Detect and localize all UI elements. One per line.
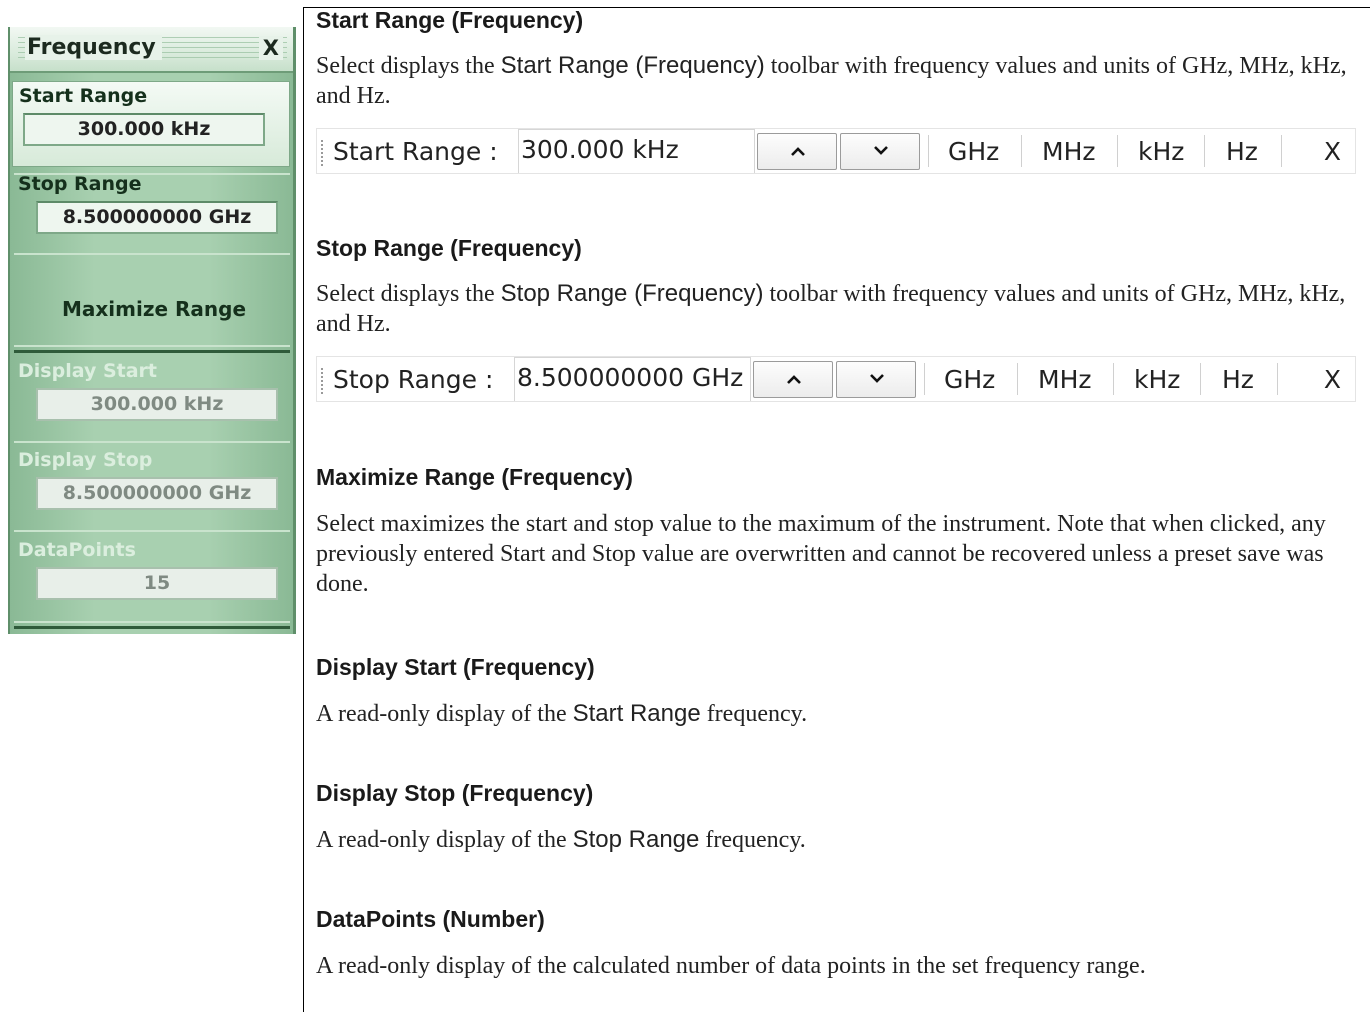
chevron-up-icon <box>791 147 805 156</box>
text: A read-only display of the <box>316 827 573 853</box>
datapoints-description: A read-only display of the calculated nu… <box>316 953 1146 979</box>
increment-button[interactable] <box>757 133 837 170</box>
ui-term: Stop Range <box>572 826 700 853</box>
unit-ghz-button[interactable]: GHz <box>944 365 995 394</box>
start-range-value: 300.000 kHz <box>23 113 265 146</box>
maximize-range-description: Select maximizes the start and stop valu… <box>316 511 1326 597</box>
divider <box>1113 363 1114 395</box>
separator <box>14 530 290 532</box>
start-range-label: Start Range <box>19 85 148 107</box>
maximize-range-heading: Maximize Range (Frequency) <box>316 464 633 490</box>
unit-ghz-button[interactable]: GHz <box>948 137 999 166</box>
stop-range-value: 8.500000000 GHz <box>36 201 278 234</box>
text: A read-only display of the <box>316 701 573 727</box>
chevron-down-icon <box>870 374 884 383</box>
display-start-value: 300.000 kHz <box>36 388 278 421</box>
stop-range-input[interactable]: 8.500000000 GHz <box>514 357 751 401</box>
display-start-item: Display Start 300.000 kHz <box>18 360 282 421</box>
display-stop-value: 8.500000000 GHz <box>36 477 278 510</box>
text: frequency. <box>700 701 808 727</box>
display-stop-label: Display Stop <box>18 449 153 471</box>
separator <box>14 621 290 623</box>
column-divider <box>303 7 304 1012</box>
start-range-button[interactable]: Start Range 300.000 kHz <box>12 81 290 167</box>
unit-khz-button[interactable]: kHz <box>1138 137 1184 166</box>
maximize-range-button[interactable]: Maximize Range <box>18 279 290 339</box>
stop-range-description: Select displays the Stop Range (Frequenc… <box>316 279 1362 339</box>
toolbar-grip[interactable] <box>321 140 323 166</box>
unit-khz-button[interactable]: kHz <box>1134 365 1180 394</box>
ui-term: Stop Range (Frequency) <box>500 280 764 307</box>
unit-hz-button[interactable]: Hz <box>1226 137 1258 166</box>
start-range-input[interactable]: 300.000 kHz <box>518 129 755 173</box>
divider <box>1277 363 1278 395</box>
text: Select displays the <box>316 53 501 79</box>
separator <box>14 253 290 255</box>
stop-range-heading: Stop Range (Frequency) <box>316 235 582 261</box>
divider <box>1204 135 1205 167</box>
separator <box>14 441 290 443</box>
text: Select displays the <box>316 281 501 307</box>
display-stop-item: Display Stop 8.500000000 GHz <box>18 449 282 510</box>
display-start-heading: Display Start (Frequency) <box>316 654 595 680</box>
menu-header: Frequency X <box>10 27 293 73</box>
display-start-description: A read-only display of the Start Range f… <box>316 699 1362 729</box>
divider <box>1117 135 1118 167</box>
datapoints-heading: DataPoints (Number) <box>316 906 545 932</box>
divider <box>1200 363 1201 395</box>
separator <box>14 626 290 629</box>
menu-close-button[interactable]: X <box>258 36 283 60</box>
decrement-button[interactable] <box>840 133 920 170</box>
start-range-heading: Start Range (Frequency) <box>316 7 584 33</box>
datapoints-item: DataPoints 15 <box>18 539 282 600</box>
start-range-description: Select displays the Start Range (Frequen… <box>316 51 1362 111</box>
unit-hz-button[interactable]: Hz <box>1222 365 1254 394</box>
toolbar-close-button[interactable]: X <box>1324 137 1341 166</box>
unit-mhz-button[interactable]: MHz <box>1042 137 1096 166</box>
stop-range-label: Stop Range <box>18 173 142 195</box>
divider <box>1281 135 1282 167</box>
display-stop-heading: Display Stop (Frequency) <box>316 780 594 806</box>
toolbar-label: Stop Range : <box>333 365 494 394</box>
ui-term: Start Range <box>572 700 701 727</box>
unit-mhz-button[interactable]: MHz <box>1038 365 1092 394</box>
divider <box>924 363 925 395</box>
ui-term: Start Range (Frequency) <box>500 52 765 79</box>
stop-range-button[interactable]: Stop Range 8.500000000 GHz <box>18 173 282 234</box>
datapoints-label: DataPoints <box>18 539 136 561</box>
chevron-up-icon <box>787 375 801 384</box>
decrement-button[interactable] <box>836 361 916 398</box>
display-start-label: Display Start <box>18 360 157 382</box>
divider <box>928 135 929 167</box>
text: frequency. <box>699 827 806 853</box>
display-stop-description: A read-only display of the Stop Range fr… <box>316 825 1362 855</box>
toolbar-close-button[interactable]: X <box>1324 365 1341 394</box>
toolbar-grip[interactable] <box>321 368 323 394</box>
separator <box>14 345 290 347</box>
divider <box>1017 363 1018 395</box>
chevron-down-icon <box>874 146 888 155</box>
frequency-menu: Frequency X Start Range 300.000 kHz Stop… <box>8 27 296 634</box>
divider <box>1021 135 1022 167</box>
increment-button[interactable] <box>753 361 833 398</box>
start-range-toolbar: Start Range : 300.000 kHz GHz MHz kHz Hz… <box>316 128 1356 174</box>
menu-title: Frequency <box>25 35 162 60</box>
toolbar-label: Start Range : <box>333 137 498 166</box>
datapoints-value: 15 <box>36 567 278 600</box>
separator <box>14 350 290 353</box>
stop-range-toolbar: Stop Range : 8.500000000 GHz GHz MHz kHz… <box>316 356 1356 402</box>
